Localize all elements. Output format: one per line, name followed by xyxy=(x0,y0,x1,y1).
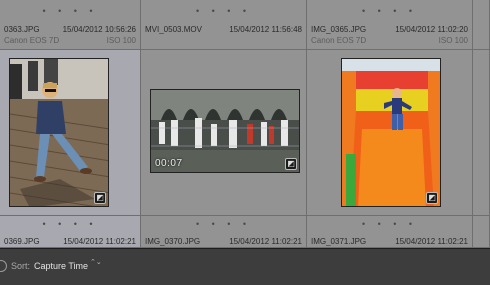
bottom-toolbar: Sort: Capture Time ⌃⌄ xyxy=(0,248,490,285)
cell-dots: • • • • xyxy=(42,219,98,229)
grid-cell-partial-top[interactable] xyxy=(473,0,490,50)
capture-date: 15/04/2012 11:02:21 xyxy=(395,237,468,246)
metadata-badge-icon[interactable]: ◩ xyxy=(426,192,438,204)
grid-cell-0369-bottom[interactable]: • • • • 0369.JPG 15/04/2012 11:02:21 xyxy=(0,216,141,248)
cell-info: IMG_0370.JPG 15/04/2012 11:02:21 xyxy=(141,236,306,247)
inflatable-slide-photo xyxy=(342,59,440,206)
library-grid: • • • • 0363.JPG 15/04/2012 10:56:26 Can… xyxy=(0,0,490,248)
grid-cell-0363-top[interactable]: • • • • 0363.JPG 15/04/2012 10:56:26 Can… xyxy=(0,0,141,50)
cell-dots: • • • • xyxy=(361,6,418,16)
filter-circle-icon[interactable] xyxy=(0,260,7,272)
capture-date: 15/04/2012 10:56:26 xyxy=(62,25,136,34)
cell-dots: • • • • xyxy=(195,219,252,229)
grid-cell-0369[interactable]: ◩ xyxy=(0,50,141,216)
child-running-photo xyxy=(10,59,108,206)
cell-info: IMG_0365.JPG 15/04/2012 11:02:20 Canon E… xyxy=(307,22,472,49)
grid-cell-0371-bottom[interactable]: • • • • IMG_0371.JPG 15/04/2012 11:02:21 xyxy=(307,216,473,248)
grid-cell-0365-top[interactable]: • • • • IMG_0365.JPG 15/04/2012 11:02:20… xyxy=(307,0,473,50)
grid-cell-partial-bottom[interactable] xyxy=(473,216,490,248)
iso-value: ISO 100 xyxy=(438,36,468,45)
capture-date: 15/04/2012 11:02:21 xyxy=(63,237,136,246)
sort-dropdown[interactable]: Capture Time xyxy=(34,261,88,271)
cell-dots: • • • • xyxy=(42,6,98,16)
photo-thumbnail[interactable]: ◩ xyxy=(9,58,109,207)
cell-dots: • • • • xyxy=(361,219,418,229)
file-name: 0369.JPG xyxy=(4,237,40,246)
grid-cell-0370-bottom[interactable]: • • • • IMG_0370.JPG 15/04/2012 11:02:21 xyxy=(141,216,307,248)
sort-label: Sort: xyxy=(11,261,31,271)
file-name: IMG_0370.JPG xyxy=(145,237,201,246)
sort-stepper-icon[interactable]: ⌃⌄ xyxy=(90,259,102,266)
photo-thumbnail[interactable]: ◩ xyxy=(341,58,441,207)
grid-cell-0370[interactable]: 00:07 ◩ xyxy=(141,50,307,216)
grid-cell-mvi0503-top[interactable]: • • • • MVI_0503.MOV 15/04/2012 11:56:48 xyxy=(141,0,307,50)
cell-info: 0363.JPG 15/04/2012 10:56:26 Canon EOS 7… xyxy=(0,22,140,49)
capture-date: 15/04/2012 11:02:20 xyxy=(395,25,468,34)
video-duration: 00:07 xyxy=(155,158,183,169)
capture-date: 15/04/2012 11:56:48 xyxy=(229,25,302,34)
file-name: IMG_0365.JPG xyxy=(311,25,367,34)
file-name: 0363.JPG xyxy=(4,25,40,34)
grid-cell-partial-middle[interactable] xyxy=(473,50,490,216)
capture-date: 15/04/2012 11:02:21 xyxy=(229,237,302,246)
camera-model: Canon EOS 7D xyxy=(311,36,367,45)
cell-info: 0369.JPG 15/04/2012 11:02:21 xyxy=(0,236,140,247)
grid-cell-0371[interactable]: ◩ xyxy=(307,50,473,216)
metadata-badge-icon[interactable]: ◩ xyxy=(94,192,106,204)
cell-info: MVI_0503.MOV 15/04/2012 11:56:48 xyxy=(141,22,306,49)
video-thumbnail[interactable]: 00:07 ◩ xyxy=(150,89,300,173)
file-name: MVI_0503.MOV xyxy=(145,25,202,34)
file-name: IMG_0371.JPG xyxy=(311,237,367,246)
cell-dots: • • • • xyxy=(195,6,252,16)
camera-model: Canon EOS 7D xyxy=(4,36,60,45)
metadata-badge-icon[interactable]: ◩ xyxy=(285,158,297,170)
iso-value: ISO 100 xyxy=(106,36,136,45)
cell-info: IMG_0371.JPG 15/04/2012 11:02:21 xyxy=(307,236,472,247)
